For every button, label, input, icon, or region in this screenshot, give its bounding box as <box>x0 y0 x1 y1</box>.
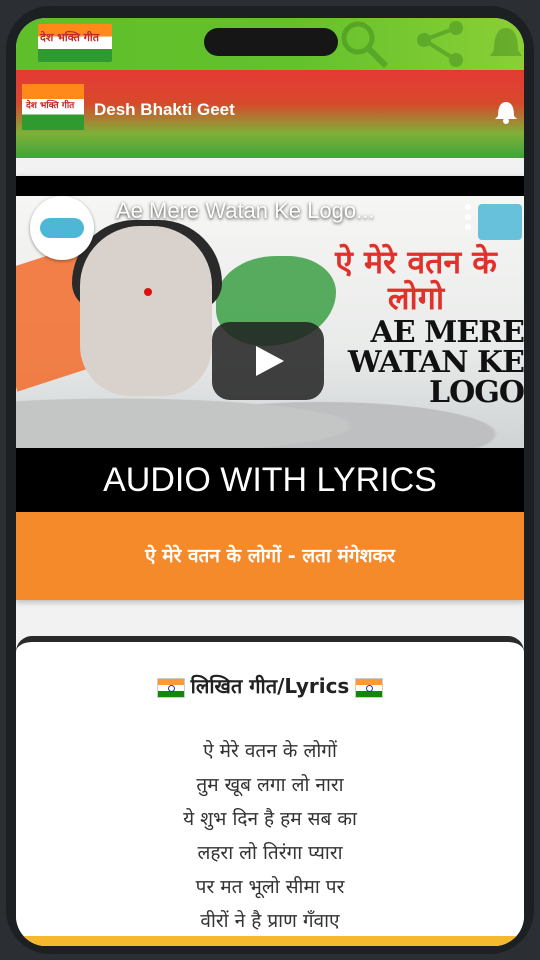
channel-badge <box>478 204 522 240</box>
lyrics-line: तुम खूब लगा लो नारा <box>196 774 344 796</box>
india-flag-icon <box>355 677 384 698</box>
share-icon <box>417 21 463 67</box>
screen: देश भक्ति गीत देश भक्ति गीत Desh Bhakti … <box>16 18 524 946</box>
video-caption: AUDIO WITH LYRICS <box>16 448 524 512</box>
status-app-logo: देश भक्ति गीत <box>38 24 112 62</box>
video-card: ऐ मेरे वतन के लोगो AE MERE WATAN KE LOGO… <box>16 176 524 600</box>
lyrics-line: वीरों ने है प्राण गँवाए <box>200 910 340 932</box>
app-logo-text: देश भक्ति गीत <box>26 101 75 111</box>
search-icon <box>341 21 389 69</box>
lyrics-lines: ऐ मेरे वतन के लोगों तुम खूब लगा लो नारा … <box>16 734 524 938</box>
thumbnail-hindi-title: ऐ मेरे वतन के लोगो <box>335 243 497 317</box>
song-title-bar[interactable]: ऐ मेरे वतन के लोगों - लता मंगेशकर <box>16 512 524 600</box>
lyrics-heading-text: लिखित गीत/Lyrics <box>190 674 350 698</box>
lyrics-line: ये शुभ दिन है हम सब का <box>183 808 357 830</box>
channel-avatar[interactable] <box>30 196 94 260</box>
bell-icon <box>490 28 522 56</box>
lyrics-line: लहरा लो तिरंगा प्यारा <box>197 842 343 864</box>
status-strip: देश भक्ति गीत <box>16 18 524 70</box>
lyrics-line: पर मत भूलो सीमा पर <box>195 876 345 898</box>
video-player[interactable]: ऐ मेरे वतन के लोगो AE MERE WATAN KE LOGO… <box>16 176 524 512</box>
lyrics-card: लिखित गीत/Lyrics ऐ मेरे वतन के लोगों तुम… <box>16 636 524 946</box>
bottom-banner <box>16 936 524 946</box>
camera-notch <box>204 28 338 56</box>
app-title: Desh Bhakti Geet <box>94 100 235 119</box>
video-title[interactable]: Ae Mere Watan Ke Logo... <box>116 198 374 224</box>
india-flag-icon <box>156 677 185 698</box>
lyrics-line: ऐ मेरे वतन के लोगों <box>203 740 337 762</box>
notification-bell-icon[interactable] <box>494 98 518 124</box>
lyrics-heading: लिखित गीत/Lyrics <box>16 672 524 699</box>
phone-frame: देश भक्ति गीत देश भक्ति गीत Desh Bhakti … <box>6 6 534 954</box>
status-logo-text: देश भक्ति गीत <box>40 31 100 44</box>
thumbnail-english-title: AE MERE WATAN KE LOGO <box>347 315 524 410</box>
more-options-icon[interactable] <box>464 202 472 232</box>
app-logo: देश भक्ति गीत <box>22 84 84 130</box>
app-bar: देश भक्ति गीत Desh Bhakti Geet <box>16 70 524 158</box>
play-button[interactable] <box>212 322 324 400</box>
play-icon <box>256 346 284 376</box>
